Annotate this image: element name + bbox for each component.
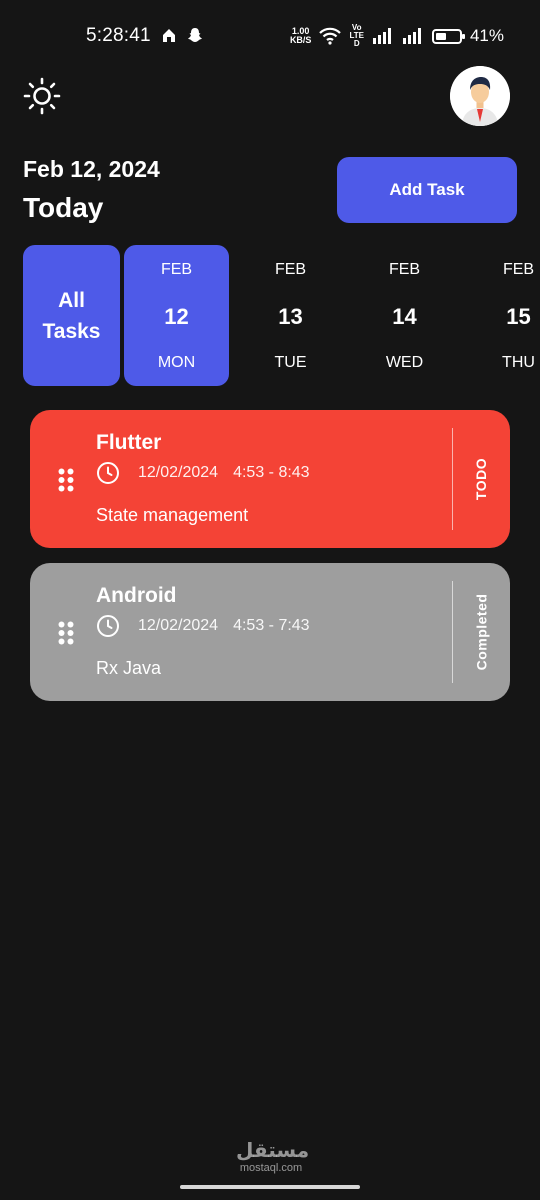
date-picker-strip[interactable]: All Tasks FEB 12 MON FEB 13 TUE FEB 14 W…	[0, 244, 540, 388]
task-description: State management	[96, 505, 249, 525]
user-avatar-icon	[450, 66, 510, 126]
network-speed: 1.00 KB/S	[290, 27, 312, 45]
signal-icon	[402, 28, 421, 44]
clock-icon	[97, 615, 119, 637]
task-status: TODO	[462, 410, 500, 548]
profile-avatar[interactable]	[450, 66, 510, 126]
signal-icon	[372, 28, 391, 44]
date-month: FEB	[160, 261, 193, 278]
task-title: Flutter	[96, 431, 162, 454]
watermark-arabic: مستقل	[236, 1138, 310, 1162]
page-title: Today	[23, 192, 104, 223]
date-weekday: MON	[157, 354, 196, 371]
clock-icon	[97, 462, 119, 484]
drag-dots-icon[interactable]	[58, 468, 74, 492]
current-date: Feb 12, 2024	[23, 156, 160, 182]
date-day: 12	[164, 303, 189, 329]
status-bar: 5:28:41 1.00 KB/S Vo LTE D 41%	[0, 0, 540, 72]
task-title: Android	[96, 584, 177, 607]
task-divider	[452, 581, 453, 683]
date-weekday: WED	[385, 354, 424, 371]
battery-fill	[435, 32, 446, 40]
task-time-row: 12/02/2024 4:53 - 7:43	[96, 614, 310, 638]
all-tasks-button[interactable]: All Tasks	[23, 245, 120, 386]
task-status: Completed	[462, 563, 500, 701]
date-month: FEB	[274, 261, 307, 278]
task-time-row: 12/02/2024 4:53 - 8:43	[96, 461, 310, 485]
status-time: 5:28:41	[86, 25, 151, 46]
battery-icon	[431, 28, 465, 44]
add-task-button[interactable]: Add Task	[337, 157, 517, 223]
task-time-range: 4:53 - 7:43	[233, 617, 310, 634]
wifi-icon	[319, 27, 342, 45]
task-status-label: Completed	[473, 593, 489, 671]
task-time-range: 4:53 - 8:43	[233, 464, 310, 481]
volte-bot: D	[353, 39, 360, 48]
task-date: 12/02/2024	[138, 617, 219, 634]
task-date: 12/02/2024	[138, 464, 219, 481]
sun-icon	[23, 77, 61, 115]
home-icon	[160, 26, 178, 44]
task-card[interactable]: Flutter 12/02/2024 4:53 - 8:43 State man…	[30, 410, 510, 548]
watermark-latin: mostaql.com	[239, 1162, 303, 1174]
snapchat-icon	[186, 26, 204, 44]
notification-icons	[160, 26, 204, 44]
all-tasks-label-line2: Tasks	[42, 319, 101, 343]
date-month: FEB	[388, 261, 421, 278]
date-weekday: THU	[502, 354, 535, 371]
date-month: FEB	[502, 261, 535, 278]
drag-dots-icon[interactable]	[58, 621, 74, 645]
date-item[interactable]: FEB 14 WED	[352, 245, 457, 386]
task-divider	[452, 428, 453, 530]
volte-indicator: Vo LTE D	[349, 24, 364, 48]
date-item-selected[interactable]: FEB 12 MON	[124, 245, 229, 386]
network-speed-unit: KB/S	[289, 35, 312, 45]
date-weekday: TUE	[274, 354, 307, 371]
task-description: Rx Java	[96, 658, 162, 678]
status-right-group: 1.00 KB/S Vo LTE D 41%	[290, 24, 504, 48]
home-gesture-bar[interactable]	[180, 1185, 360, 1189]
all-tasks-label-line1: All	[58, 288, 85, 312]
date-item[interactable]: FEB 13 TUE	[238, 245, 343, 386]
watermark-logo: مستقل mostaql.com	[236, 1138, 310, 1174]
task-card[interactable]: Android 12/02/2024 4:53 - 7:43 Rx Java C…	[30, 563, 510, 701]
date-item[interactable]: FEB 15 THU	[466, 245, 540, 386]
date-day: 15	[506, 303, 531, 329]
date-day: 14	[392, 303, 417, 329]
theme-toggle-button[interactable]	[22, 76, 62, 116]
date-day: 13	[278, 303, 303, 329]
battery-percent: 41%	[469, 26, 504, 45]
task-status-label: TODO	[473, 457, 490, 501]
